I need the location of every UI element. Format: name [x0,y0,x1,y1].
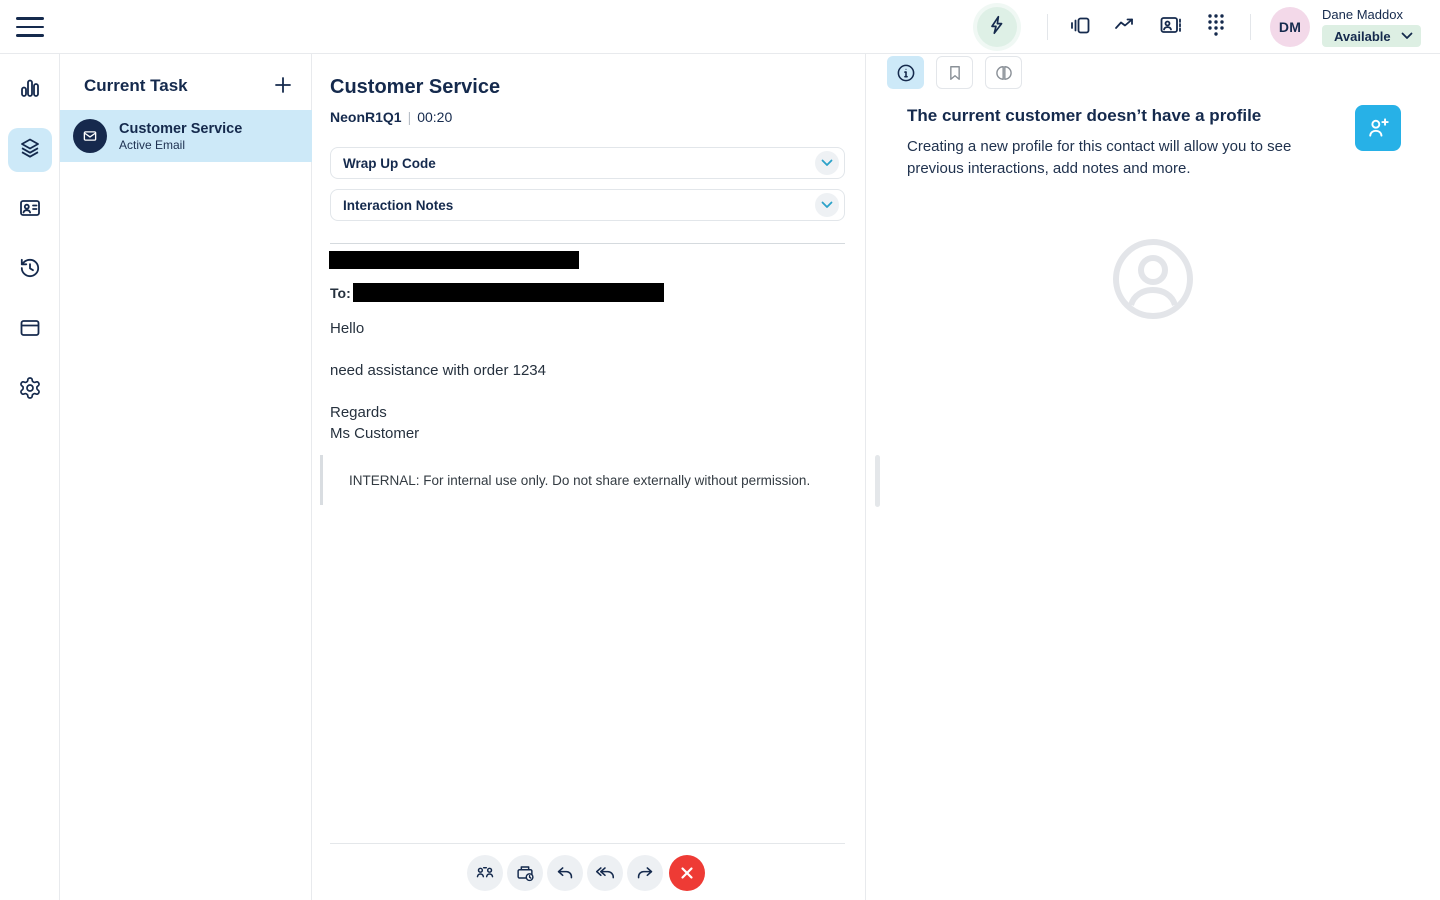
interaction-notes-accordion[interactable]: Interaction Notes [330,189,845,221]
internal-note-text: INTERNAL: For internal use only. Do not … [349,472,811,488]
interaction-timer: 00:20 [417,109,453,125]
park-email-icon [517,866,534,882]
reply-all-icon [595,867,615,879]
bookmark-icon [949,65,960,80]
dialpad-button[interactable] [1202,13,1230,41]
create-profile-button[interactable] [1355,105,1401,151]
contact-card-icon [18,196,42,225]
email-divider [330,243,845,244]
interaction-panel: Customer Service NeonR1Q1 | 00:20 Wrap Up … [312,54,866,900]
history-icon [18,256,42,285]
queue-name: NeonR1Q1 [330,109,402,125]
profile-placeholder-icon [1111,237,1195,326]
no-profile-description: Creating a new profile for this contact … [907,138,1292,177]
task-list-item[interactable]: Customer Service Active Email [60,110,312,162]
forward-icon [637,867,653,879]
disconnect-button[interactable] [669,855,705,891]
left-navigation-rail [0,54,60,900]
wrap-up-code-label: Wrap Up Code [343,155,436,171]
rail-item-tasks[interactable] [8,128,52,172]
hamburger-menu-icon[interactable] [16,14,44,40]
to-label: To: [330,285,351,301]
rail-item-analytics[interactable] [8,68,52,112]
bar-chart-icon [18,76,42,105]
topbar-divider [1250,14,1251,40]
topbar-divider [1047,14,1048,40]
tab-agent-assist[interactable] [985,56,1022,89]
task-item-title: Customer Service [119,120,243,137]
chevron-down-icon [1401,32,1413,39]
user-name: Dane Maddox [1322,7,1403,22]
add-person-icon [1369,118,1389,137]
user-avatar[interactable]: DM [1270,7,1310,47]
side-panels-icon [1068,13,1092,42]
rail-item-apps[interactable] [8,308,52,352]
rail-item-history[interactable] [8,248,52,292]
chevron-down-icon [815,151,839,175]
line-chart-icon [1112,13,1136,42]
task-item-subtitle: Active Email [119,137,186,152]
gear-icon [18,376,42,405]
interaction-notes-label: Interaction Notes [343,197,454,213]
chevron-down-icon [815,193,839,217]
plus-icon [275,77,291,93]
current-task-panel: Current Task Customer Service Active Ema… [60,54,312,900]
internal-note-block: INTERNAL: For internal use only. Do not … [320,455,860,505]
interaction-subtitle: NeonR1Q1 | 00:20 [330,109,452,125]
email-signoff: Regards [330,404,387,421]
email-sender: Ms Customer [330,425,420,442]
reply-all-button[interactable] [587,855,623,891]
email-greeting: Hello [330,320,365,337]
top-bar: DM Dane Maddox Available [0,0,1440,54]
email-body-line: need assistance with order 1234 [330,362,546,379]
layers-icon [18,136,42,165]
task-panel-title: Current Task [84,76,188,95]
rail-item-settings[interactable] [8,368,52,412]
redacted-subject [329,251,579,269]
add-task-button[interactable] [271,73,295,97]
dialpad-icon [1205,12,1227,43]
forward-button[interactable] [627,855,663,891]
no-profile-heading: The current customer doesn’t have a prof… [907,106,1262,125]
customer-profile-panel: The current customer doesn’t have a prof… [866,54,1440,900]
reply-button[interactable] [547,855,583,891]
tab-bookmarks[interactable] [936,56,973,89]
lightning-icon [986,14,1008,41]
redacted-recipient [353,283,664,302]
reply-icon [557,867,573,879]
scrollbar-thumb[interactable] [875,455,880,507]
transfer-people-icon [476,867,494,878]
status-label: Available [1334,28,1391,44]
quick-actions-button[interactable] [977,7,1017,47]
tab-profile-info[interactable] [887,56,924,89]
close-icon [681,867,693,879]
rail-item-contacts[interactable] [8,188,52,232]
email-channel-badge [73,119,107,153]
status-selector[interactable]: Available [1322,25,1421,47]
brain-icon [995,65,1012,80]
performance-button[interactable] [1110,13,1138,41]
wrap-up-code-accordion[interactable]: Wrap Up Code [330,147,845,179]
transfer-button[interactable] [467,855,503,891]
directory-button[interactable] [1156,13,1184,41]
browser-window-icon [18,316,42,345]
envelope-icon [83,131,97,141]
contact-card-icon [1158,13,1182,42]
toolbar-divider [330,843,845,844]
interactions-panel-button[interactable] [1066,13,1094,41]
info-icon [897,64,914,81]
avatar-initials: DM [1278,19,1302,35]
subtitle-separator: | [407,109,412,125]
park-email-button[interactable] [507,855,543,891]
interaction-title: Customer Service [330,76,501,98]
